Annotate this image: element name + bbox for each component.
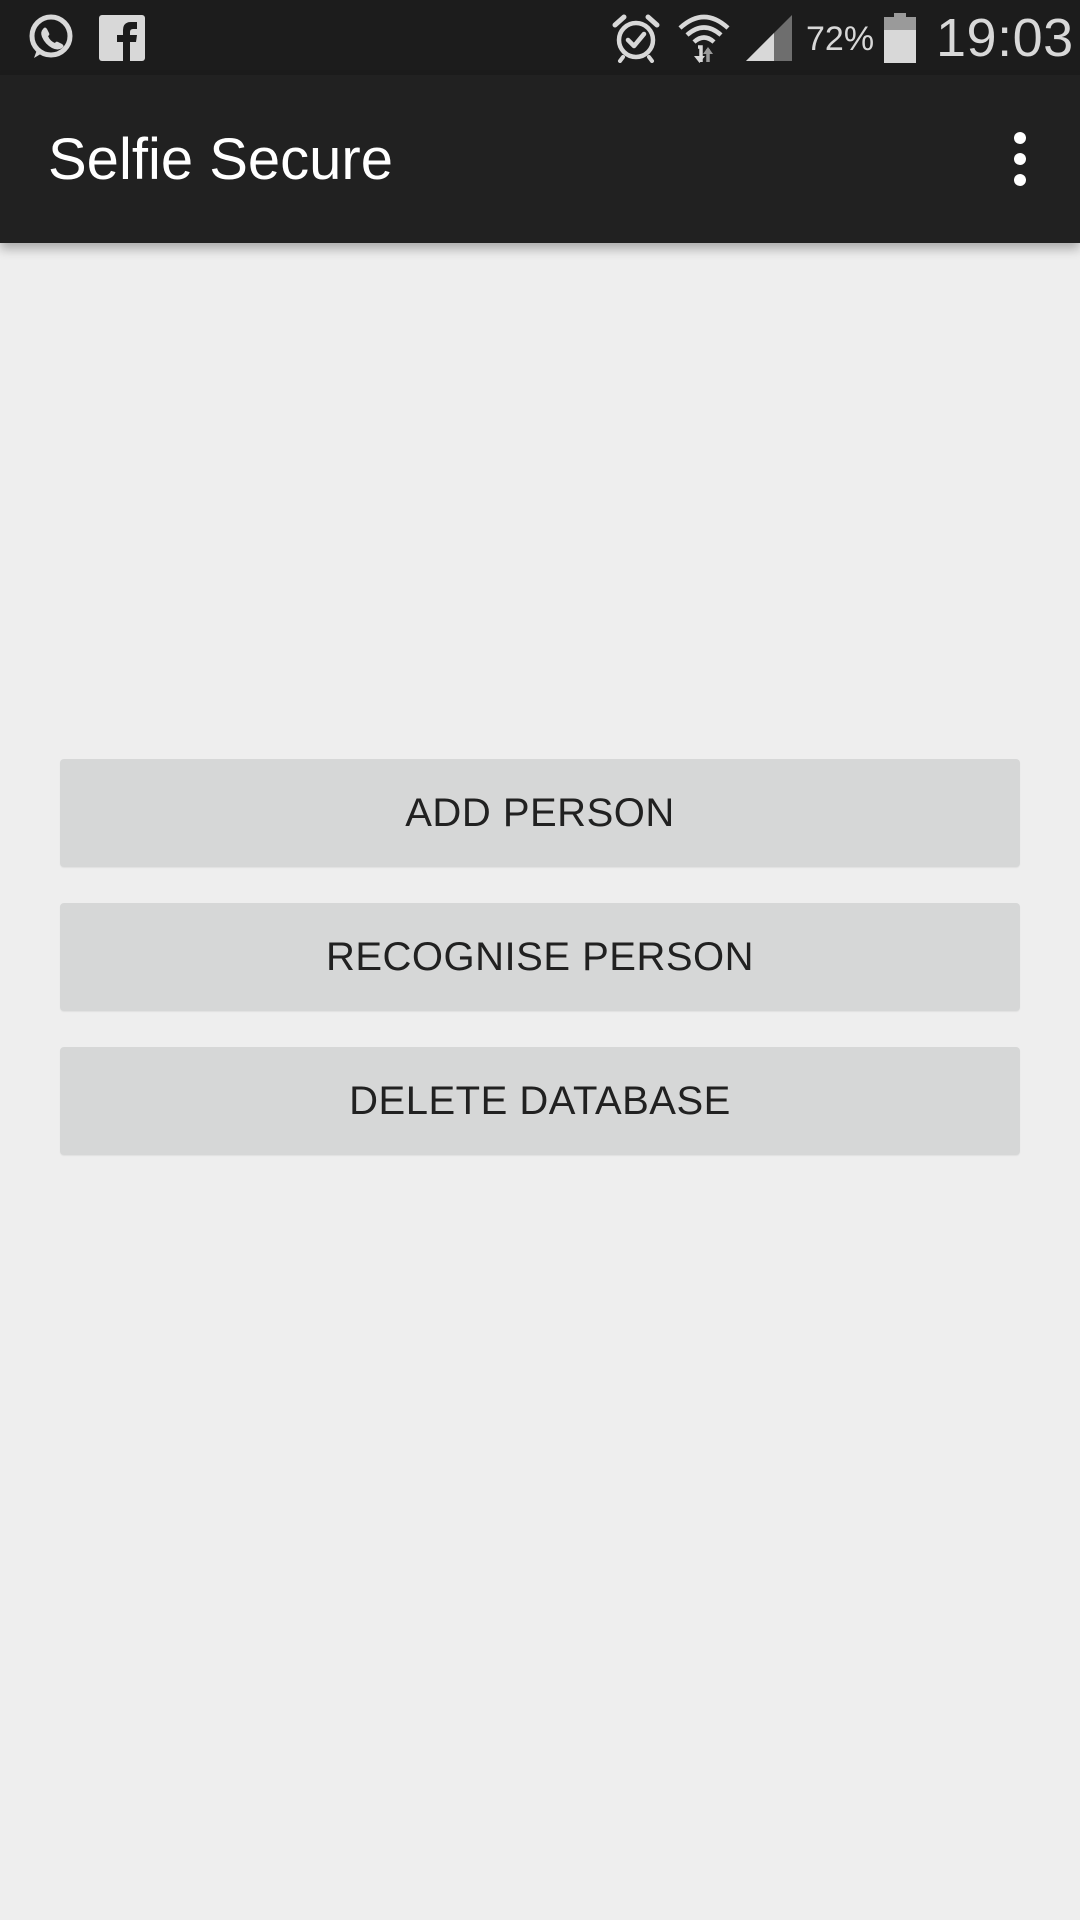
more-vert-icon[interactable] — [990, 117, 1050, 201]
action-bar: Selfie Secure — [0, 75, 1080, 243]
status-bar: 72% 19:03 — [0, 0, 1080, 75]
app-title: Selfie Secure — [48, 127, 393, 192]
delete-database-button[interactable]: DELETE DATABASE — [60, 1047, 1020, 1155]
wifi-icon — [676, 0, 732, 75]
screen: 72% 19:03 Selfie Secure ADD PERSON RECOG… — [0, 0, 1080, 1920]
menu-dot — [1014, 174, 1026, 186]
recognise-person-button[interactable]: RECOGNISE PERSON — [60, 903, 1020, 1011]
menu-dot — [1014, 153, 1026, 165]
signal-icon — [742, 0, 796, 75]
menu-dot — [1014, 132, 1026, 144]
clock: 19:03 — [936, 8, 1074, 68]
add-person-button[interactable]: ADD PERSON — [60, 759, 1020, 867]
battery-icon — [880, 0, 920, 75]
whatsapp-icon — [20, 0, 80, 75]
battery-percent: 72% — [806, 20, 875, 58]
main-content: ADD PERSON RECOGNISE PERSON DELETE DATAB… — [0, 243, 1080, 1920]
facebook-icon — [96, 0, 148, 75]
alarm-icon — [606, 0, 666, 75]
